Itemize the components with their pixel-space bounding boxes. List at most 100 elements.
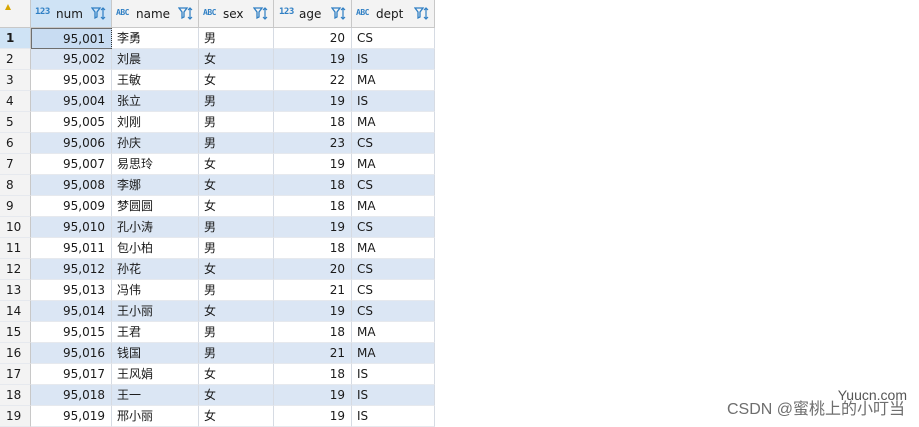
cell-age[interactable]: 18 [274, 364, 352, 385]
cell-dept[interactable]: MA [352, 196, 435, 217]
cell-name[interactable]: 王风娟 [112, 364, 199, 385]
cell-dept[interactable]: IS [352, 406, 435, 427]
cell-dept[interactable]: MA [352, 322, 435, 343]
cell-age[interactable]: 21 [274, 280, 352, 301]
select-all-corner[interactable] [0, 0, 31, 27]
table-row[interactable]: 19 95,019 邢小丽女 19 IS [0, 406, 435, 427]
cell-sex[interactable]: 女 [199, 49, 274, 70]
cell-name[interactable]: 王君 [112, 322, 199, 343]
cell-name[interactable]: 孔小涛 [112, 217, 199, 238]
cell-name[interactable]: 孙庆 [112, 133, 199, 154]
cell-sex[interactable]: 男 [199, 217, 274, 238]
cell-age[interactable]: 18 [274, 238, 352, 259]
cell-sex[interactable]: 男 [199, 238, 274, 259]
table-row[interactable]: 2 95,002 刘晨女 19 IS [0, 49, 435, 70]
cell-dept[interactable]: CS [352, 259, 435, 280]
cell-num[interactable]: 95,014 [31, 301, 112, 322]
cell-num[interactable]: 95,018 [31, 385, 112, 406]
row-number[interactable]: 15 [0, 322, 31, 343]
cell-sex[interactable]: 女 [199, 406, 274, 427]
row-number[interactable]: 14 [0, 301, 31, 322]
cell-dept[interactable]: IS [352, 364, 435, 385]
cell-num[interactable]: 95,005 [31, 112, 112, 133]
cell-sex[interactable]: 男 [199, 28, 274, 49]
cell-dept[interactable]: MA [352, 154, 435, 175]
cell-sex[interactable]: 男 [199, 133, 274, 154]
cell-name[interactable]: 刘刚 [112, 112, 199, 133]
cell-num[interactable]: 95,009 [31, 196, 112, 217]
column-header-sex[interactable]: ABC sex [199, 0, 274, 27]
cell-sex[interactable]: 男 [199, 343, 274, 364]
cell-sex[interactable]: 女 [199, 301, 274, 322]
cell-age[interactable]: 19 [274, 91, 352, 112]
row-number[interactable]: 7 [0, 154, 31, 175]
cell-name[interactable]: 李勇 [112, 28, 199, 49]
row-number[interactable]: 4 [0, 91, 31, 112]
table-row[interactable]: 13 95,013 冯伟男 21 CS [0, 280, 435, 301]
cell-age[interactable]: 19 [274, 301, 352, 322]
cell-dept[interactable]: MA [352, 238, 435, 259]
cell-num[interactable]: 95,015 [31, 322, 112, 343]
cell-num[interactable]: 95,010 [31, 217, 112, 238]
table-row[interactable]: 9 95,009 梦圆圆女 18 MA [0, 196, 435, 217]
cell-sex[interactable]: 女 [199, 259, 274, 280]
cell-name[interactable]: 冯伟 [112, 280, 199, 301]
table-row[interactable]: 15 95,015 王君男 18 MA [0, 322, 435, 343]
table-row[interactable]: 3 95,003 王敏女 22 MA [0, 70, 435, 91]
cell-sex[interactable]: 女 [199, 154, 274, 175]
cell-age[interactable]: 18 [274, 175, 352, 196]
table-row[interactable]: 7 95,007 易思玲女 19 MA [0, 154, 435, 175]
filter-sort-icon[interactable] [253, 6, 269, 22]
column-header-age[interactable]: 123 age [274, 0, 352, 27]
cell-dept[interactable]: CS [352, 280, 435, 301]
cell-num[interactable]: 95,013 [31, 280, 112, 301]
cell-sex[interactable]: 男 [199, 91, 274, 112]
table-row[interactable]: 6 95,006 孙庆男 23 CS [0, 133, 435, 154]
cell-name[interactable]: 包小柏 [112, 238, 199, 259]
cell-age[interactable]: 19 [274, 406, 352, 427]
row-number[interactable]: 1 [0, 28, 31, 49]
column-header-name[interactable]: ABC name [112, 0, 199, 27]
cell-age[interactable]: 20 [274, 259, 352, 280]
cell-sex[interactable]: 女 [199, 385, 274, 406]
cell-age[interactable]: 23 [274, 133, 352, 154]
cell-name[interactable]: 王敏 [112, 70, 199, 91]
cell-name[interactable]: 钱国 [112, 343, 199, 364]
cell-sex[interactable]: 女 [199, 70, 274, 91]
cell-dept[interactable]: CS [352, 301, 435, 322]
cell-dept[interactable]: IS [352, 91, 435, 112]
cell-sex[interactable]: 男 [199, 322, 274, 343]
cell-name[interactable]: 易思玲 [112, 154, 199, 175]
row-number[interactable]: 11 [0, 238, 31, 259]
cell-dept[interactable]: CS [352, 28, 435, 49]
row-number[interactable]: 10 [0, 217, 31, 238]
row-number[interactable]: 16 [0, 343, 31, 364]
table-row[interactable]: 11 95,011 包小柏男 18 MA [0, 238, 435, 259]
cell-num[interactable]: 95,008 [31, 175, 112, 196]
cell-dept[interactable]: IS [352, 49, 435, 70]
cell-num[interactable]: 95,001 [31, 28, 112, 49]
cell-age[interactable]: 19 [274, 385, 352, 406]
row-number[interactable]: 5 [0, 112, 31, 133]
table-row[interactable]: 17 95,017 王风娟女 18 IS [0, 364, 435, 385]
row-number[interactable]: 9 [0, 196, 31, 217]
cell-dept[interactable]: MA [352, 70, 435, 91]
cell-name[interactable]: 孙花 [112, 259, 199, 280]
cell-sex[interactable]: 男 [199, 280, 274, 301]
row-number[interactable]: 17 [0, 364, 31, 385]
cell-num[interactable]: 95,016 [31, 343, 112, 364]
cell-sex[interactable]: 女 [199, 175, 274, 196]
cell-name[interactable]: 李娜 [112, 175, 199, 196]
table-row[interactable]: 18 95,018 王一女 19 IS [0, 385, 435, 406]
cell-sex[interactable]: 男 [199, 112, 274, 133]
cell-num[interactable]: 95,019 [31, 406, 112, 427]
table-row[interactable]: 4 95,004 张立男 19 IS [0, 91, 435, 112]
table-row[interactable]: 16 95,016 钱国男 21 MA [0, 343, 435, 364]
cell-num[interactable]: 95,007 [31, 154, 112, 175]
cell-sex[interactable]: 女 [199, 364, 274, 385]
cell-name[interactable]: 张立 [112, 91, 199, 112]
table-row[interactable]: 1 95,001 李勇男 20 CS [0, 28, 435, 49]
filter-sort-icon[interactable] [331, 6, 347, 22]
cell-num[interactable]: 95,006 [31, 133, 112, 154]
row-number[interactable]: 6 [0, 133, 31, 154]
